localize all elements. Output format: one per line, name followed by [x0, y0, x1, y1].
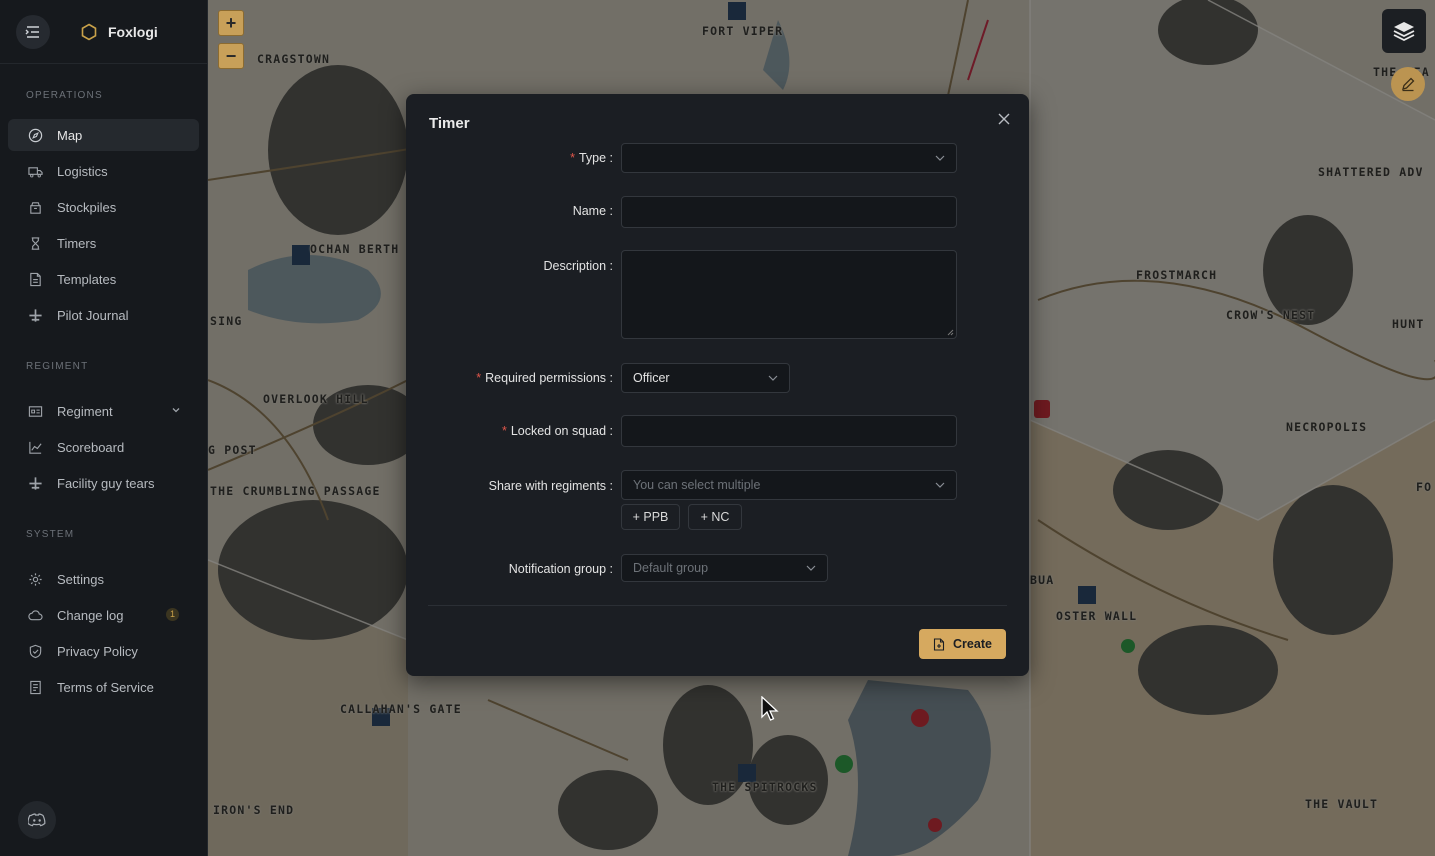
- zoom-out-label: −: [225, 46, 237, 66]
- cloud-icon: [28, 609, 43, 620]
- sidebar-item-label: Settings: [57, 571, 104, 587]
- sidebar-item-logistics[interactable]: Logistics: [8, 155, 199, 187]
- share-placeholder: You can select multiple: [633, 478, 761, 492]
- mouse-cursor-icon: [761, 696, 779, 721]
- sidebar-item-label: Stockpiles: [57, 199, 117, 215]
- share-label: Share with regiments :: [488, 479, 613, 493]
- permissions-value: Officer: [633, 371, 670, 385]
- hexagon-logo-icon: [81, 23, 97, 40]
- chevron-down-icon: [768, 375, 778, 381]
- type-label: * Type :: [570, 151, 613, 165]
- sidebar-item-terms-of-service[interactable]: Terms of Service: [8, 671, 199, 703]
- create-button[interactable]: Create: [919, 629, 1006, 659]
- brand-bar: Foxlogi: [0, 0, 207, 64]
- close-icon[interactable]: [997, 112, 1011, 126]
- sidebar-item-label: Templates: [57, 271, 117, 287]
- notification-label: Notification group :: [508, 562, 613, 576]
- name-input[interactable]: [621, 196, 957, 228]
- create-label: Create: [953, 637, 992, 651]
- timer-modal: Timer * Type : Name : Description : * Requ…: [406, 94, 1029, 676]
- add-nc-button[interactable]: + NC: [688, 504, 742, 530]
- sidebar-item-templates[interactable]: Templates: [8, 263, 199, 295]
- notification-badge: 1: [166, 608, 179, 621]
- layers-icon: [1393, 22, 1415, 42]
- name-label: Name :: [572, 204, 613, 218]
- sidebar-item-regiment[interactable]: Regiment: [8, 395, 199, 427]
- file-add-icon: [933, 637, 945, 651]
- share-regiments-select[interactable]: You can select multiple: [621, 470, 957, 500]
- sidebar-item-stockpiles[interactable]: Stockpiles: [8, 191, 199, 223]
- zoom-in-button[interactable]: +: [218, 10, 244, 36]
- modal-divider: [428, 605, 1007, 606]
- sidebar-item-privacy-policy[interactable]: Privacy Policy: [8, 635, 199, 667]
- sidebar-item-timers[interactable]: Timers: [8, 227, 199, 259]
- edit-button[interactable]: [1391, 67, 1425, 101]
- section-title-operations: OPERATIONS: [26, 90, 103, 101]
- compass-icon: [28, 128, 43, 142]
- sidebar-item-settings[interactable]: Settings: [8, 563, 199, 595]
- menu-icon: [25, 25, 39, 38]
- type-select[interactable]: [621, 143, 957, 173]
- sidebar-item-label: Terms of Service: [57, 679, 154, 695]
- sidebar-item-scoreboard[interactable]: Scoreboard: [8, 431, 199, 463]
- chevron-down-icon: [935, 155, 945, 161]
- chevron-down-icon: [935, 482, 945, 488]
- chevron-down-icon: [172, 408, 180, 413]
- section-title-regiment: REGIMENT: [26, 361, 89, 372]
- sidebar-item-label: Regiment: [57, 403, 113, 419]
- id-card-icon: [28, 405, 43, 417]
- section-title-system: SYSTEM: [26, 529, 75, 540]
- permissions-select[interactable]: Officer: [621, 363, 790, 393]
- zoom-out-button[interactable]: −: [218, 43, 244, 69]
- sidebar-item-pilot-journal[interactable]: Pilot Journal: [8, 299, 199, 331]
- notification-group-select[interactable]: Default group: [621, 554, 828, 582]
- discord-icon: [28, 813, 46, 827]
- sidebar-item-map[interactable]: Map: [8, 119, 199, 151]
- gear-icon: [29, 572, 42, 586]
- description-textarea[interactable]: [621, 250, 957, 339]
- menu-toggle-button[interactable]: [16, 14, 50, 49]
- plane-icon: [29, 476, 42, 490]
- document-icon: [30, 680, 41, 694]
- sidebar-item-label: Timers: [57, 235, 97, 251]
- line-chart-icon: [29, 441, 42, 454]
- description-label: Description :: [543, 259, 613, 273]
- shield-icon: [29, 644, 42, 658]
- truck-icon: [28, 166, 43, 177]
- sidebar-item-label: Change log: [57, 607, 124, 623]
- resize-grip-icon[interactable]: [947, 329, 954, 336]
- plane-icon: [29, 308, 42, 322]
- notification-placeholder: Default group: [633, 561, 709, 575]
- modal-title: Timer: [429, 115, 470, 132]
- sidebar-item-label: Facility guy tears: [57, 475, 155, 491]
- app-name: Foxlogi: [108, 23, 158, 40]
- sidebar: Foxlogi OPERATIONS Map Logistics Stockpi…: [0, 0, 208, 856]
- sidebar-item-label: Logistics: [57, 163, 108, 179]
- sidebar-item-label: Pilot Journal: [57, 307, 129, 323]
- sidebar-item-change-log[interactable]: Change log 1: [8, 599, 199, 631]
- zoom-in-label: +: [225, 13, 237, 33]
- discord-button[interactable]: [18, 801, 56, 839]
- sidebar-item-facility-guy-tears[interactable]: Facility guy tears: [8, 467, 199, 499]
- file-icon: [30, 272, 41, 286]
- chevron-down-icon: [806, 565, 816, 571]
- pencil-icon: [1402, 77, 1415, 92]
- layers-button[interactable]: [1382, 9, 1426, 53]
- squad-input[interactable]: [621, 415, 957, 447]
- sidebar-item-label: Scoreboard: [57, 439, 125, 455]
- sidebar-item-label: Privacy Policy: [57, 643, 138, 659]
- squad-label: * Locked on squad :: [501, 424, 613, 438]
- box-icon: [30, 201, 41, 214]
- permissions-label: * Required permissions :: [476, 371, 613, 385]
- add-ppb-button[interactable]: + PPB: [621, 504, 680, 530]
- sidebar-item-label: Map: [57, 127, 83, 143]
- timer-icon: [31, 236, 40, 250]
